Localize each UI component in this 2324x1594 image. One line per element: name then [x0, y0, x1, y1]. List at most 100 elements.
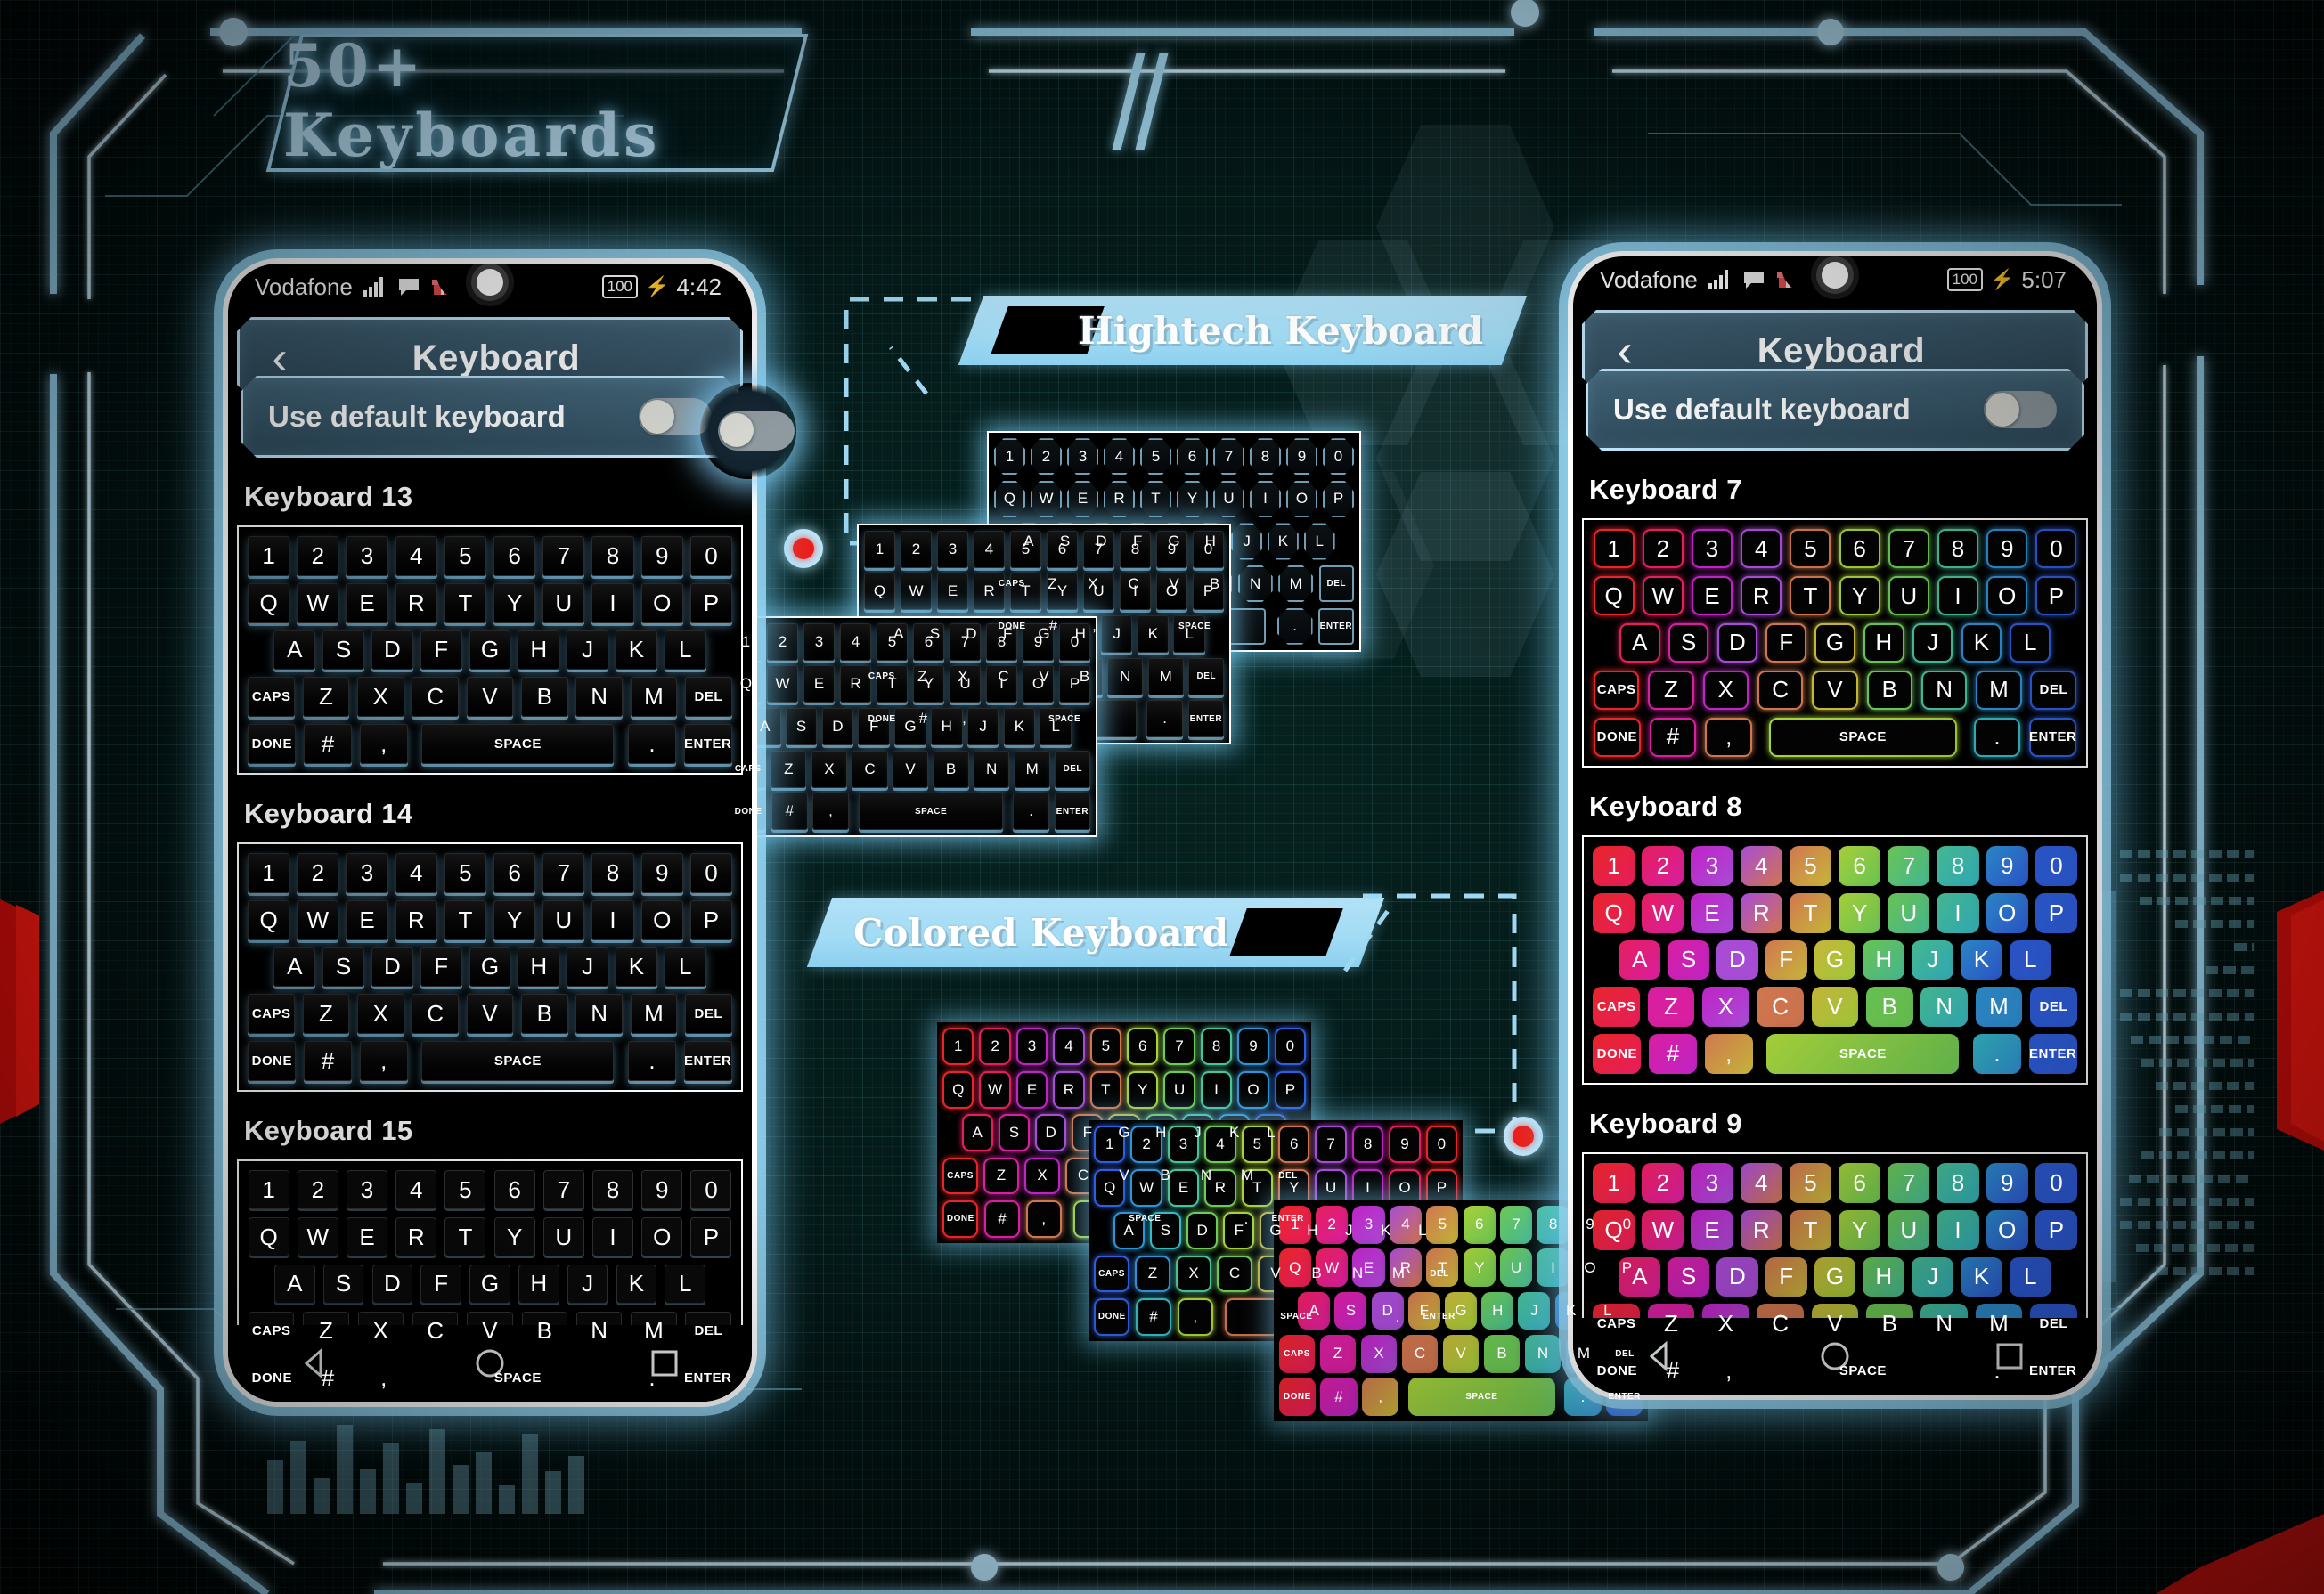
key-r[interactable]: R	[1739, 574, 1784, 618]
key-hash[interactable]: #	[770, 791, 809, 832]
key-p[interactable]: P	[1191, 572, 1226, 613]
key-c[interactable]: C	[1755, 668, 1806, 712]
key-y[interactable]: Y	[492, 1216, 537, 1259]
key-j[interactable]: J	[565, 629, 610, 672]
key-done[interactable]: DONE	[941, 1199, 981, 1240]
key-q[interactable]: Q	[941, 1069, 975, 1110]
key-z[interactable]: Z	[1318, 1333, 1358, 1374]
key-h[interactable]: H	[929, 706, 964, 747]
key-1[interactable]: 1	[941, 1026, 975, 1067]
key-l[interactable]: L	[663, 946, 708, 989]
key-a[interactable]: A	[1617, 622, 1662, 665]
key-h[interactable]: H	[1861, 939, 1906, 982]
key-6[interactable]: 6	[492, 534, 537, 578]
key-f[interactable]: F	[1764, 1256, 1809, 1299]
key-1[interactable]: 1	[246, 851, 291, 895]
key-w[interactable]: W	[899, 572, 934, 613]
key-g[interactable]: G	[1443, 1290, 1478, 1331]
key-r[interactable]: R	[838, 664, 873, 705]
key-4[interactable]: 4	[394, 1168, 439, 1212]
key-x[interactable]: X	[355, 675, 406, 719]
key-8[interactable]: 8	[1935, 844, 1980, 888]
key-enter[interactable]: ENTER	[1186, 698, 1226, 739]
key-6[interactable]: 6	[911, 622, 946, 663]
key-w[interactable]: W	[1640, 891, 1685, 935]
key-t[interactable]: T	[1089, 1069, 1123, 1110]
key-o[interactable]: O	[640, 581, 685, 625]
key-h[interactable]: H	[516, 1263, 561, 1306]
key-done[interactable]: DONE	[1591, 1032, 1643, 1076]
keyboard-preview[interactable]: 1 2 3 4 5 6 7 8 9 0 Q W E R T Y U I O P A S D F G H J K L CAPS Z X C V B N M…	[237, 842, 743, 1092]
key-s[interactable]: S	[1666, 622, 1711, 665]
key-o[interactable]: O	[640, 1216, 685, 1259]
key-enter[interactable]: ENTER	[1053, 791, 1092, 832]
key-1[interactable]: 1	[992, 436, 1027, 477]
key-c[interactable]: C	[1755, 985, 1806, 1029]
key-0[interactable]: 0	[1424, 1124, 1459, 1165]
key-a[interactable]: A	[1297, 1290, 1332, 1331]
key-t[interactable]: T	[1008, 572, 1043, 613]
key-c[interactable]: C	[851, 749, 890, 790]
key-k[interactable]: K	[614, 1263, 659, 1306]
key-y[interactable]: Y	[492, 581, 537, 625]
key-hash[interactable]: #	[1647, 715, 1700, 759]
key-e[interactable]: E	[344, 899, 389, 942]
key-caps[interactable]: CAPS	[941, 1155, 980, 1196]
key-r[interactable]: R	[1739, 891, 1784, 935]
key-w[interactable]: W	[1129, 1167, 1163, 1208]
key-5[interactable]: 5	[1089, 1026, 1123, 1067]
key-d[interactable]: D	[370, 629, 415, 672]
key-2[interactable]: 2	[295, 851, 340, 895]
key-i[interactable]: I	[1199, 1069, 1234, 1110]
key-7[interactable]: 7	[1886, 1161, 1931, 1205]
key-r[interactable]: R	[1739, 1208, 1784, 1252]
key-b[interactable]: B	[1864, 668, 1915, 712]
key-f[interactable]: F	[419, 946, 464, 989]
key-f[interactable]: F	[857, 706, 892, 747]
key-8[interactable]: 8	[590, 534, 635, 578]
key-8[interactable]: 8	[590, 1168, 635, 1212]
key-4[interactable]: 4	[972, 529, 1007, 570]
key-3[interactable]: 3	[1065, 436, 1100, 477]
key-w[interactable]: W	[1640, 574, 1685, 618]
key-d[interactable]: D	[1185, 1210, 1219, 1251]
key-del[interactable]: DEL	[683, 675, 734, 719]
key-2[interactable]: 2	[765, 622, 800, 663]
key-caps[interactable]: CAPS	[246, 992, 297, 1036]
key-b[interactable]: B	[519, 675, 570, 719]
key-u[interactable]: U	[1162, 1069, 1196, 1110]
key-e[interactable]: E	[344, 1216, 389, 1259]
key-comma[interactable]: ,	[1702, 715, 1755, 759]
key-t[interactable]: T	[875, 664, 909, 705]
key-r[interactable]: R	[972, 572, 1007, 613]
key-n[interactable]: N	[1919, 668, 1969, 712]
key-j[interactable]: J	[1910, 939, 1955, 982]
key-n[interactable]: N	[1919, 985, 1969, 1029]
key-d[interactable]: D	[370, 1263, 415, 1306]
key-1[interactable]: 1	[246, 1168, 291, 1212]
key-n[interactable]: N	[574, 675, 624, 719]
key-k[interactable]: K	[614, 629, 659, 672]
key-s[interactable]: S	[1666, 1256, 1711, 1299]
key-m[interactable]: M	[628, 992, 679, 1036]
keyboard-preview[interactable]: 1 2 3 4 5 6 7 8 9 0 Q W E R T Y U I O P A S D F G H J K L CAPS Z X C V B N M…	[237, 525, 743, 775]
key-comma[interactable]: ,	[1175, 1297, 1215, 1338]
key-p[interactable]: P	[1321, 479, 1356, 520]
key-w[interactable]: W	[1640, 1208, 1685, 1252]
key-6[interactable]: 6	[1175, 436, 1210, 477]
key-f[interactable]: F	[419, 1263, 464, 1306]
key-p[interactable]: P	[1273, 1069, 1308, 1110]
key-e[interactable]: E	[1166, 1167, 1201, 1208]
key-7[interactable]: 7	[1886, 844, 1931, 888]
key-z[interactable]: Z	[982, 1155, 1021, 1196]
key-w[interactable]: W	[295, 581, 340, 625]
key-9[interactable]: 9	[1284, 436, 1319, 477]
key-2[interactable]: 2	[1029, 436, 1064, 477]
key-y[interactable]: Y	[1175, 479, 1210, 520]
key-comma[interactable]: ,	[1023, 1199, 1064, 1240]
key-i[interactable]: I	[1248, 479, 1283, 520]
key-enter[interactable]: ENTER	[2026, 1032, 2079, 1076]
key-e[interactable]: E	[1689, 1208, 1734, 1252]
key-r[interactable]: R	[394, 899, 439, 942]
key-3[interactable]: 3	[344, 534, 389, 578]
